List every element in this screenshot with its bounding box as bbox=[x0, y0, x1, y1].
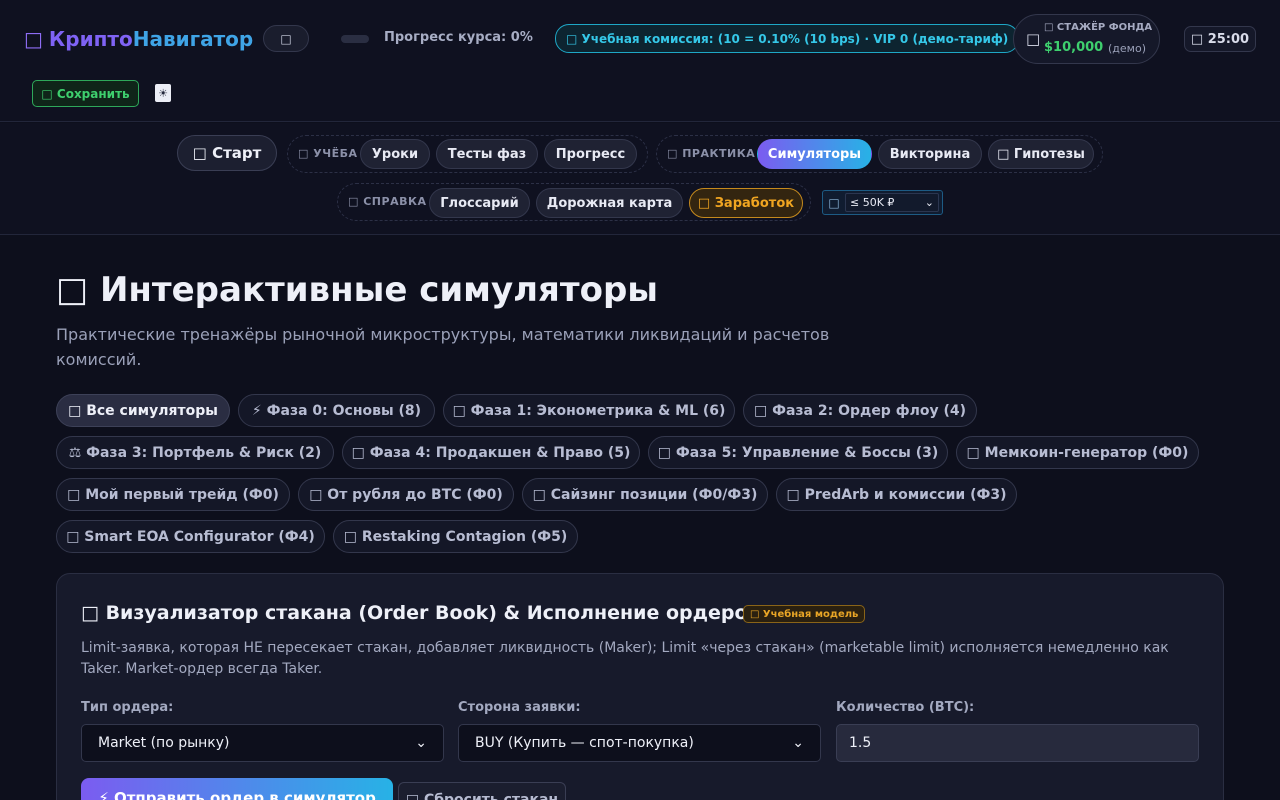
nav-group-reference-label: □ СПРАВКА bbox=[348, 195, 427, 208]
nav-phase-tests[interactable]: Тесты фаз bbox=[436, 139, 538, 169]
main-navigation: □ Старт □ УЧЁБА Уроки Тесты фаз Прогресс… bbox=[0, 123, 1280, 235]
filter-phase-5[interactable]: □ Фаза 5: Управление & Боссы (3) bbox=[648, 436, 948, 469]
page-subtitle: Практические тренажёры рыночной микростр… bbox=[56, 325, 830, 369]
trainee-balance-card[interactable]: □ □ СТАЖЁР ФОНДА $10,000 (демо) bbox=[1013, 14, 1160, 64]
nav-start-button[interactable]: □ Старт bbox=[177, 135, 277, 171]
simulator-badge: □ Учебная модель bbox=[743, 605, 866, 623]
chevron-down-icon: ⌄ bbox=[924, 196, 934, 209]
logo-text-part1: Крипто bbox=[48, 27, 133, 51]
filter-memecoin[interactable]: □ Мемкоин-генератор (Ф0) bbox=[956, 436, 1199, 469]
trainee-label: □ СТАЖЁР ФОНДА bbox=[1044, 22, 1153, 33]
budget-icon: □ bbox=[828, 195, 840, 210]
app-logo[interactable]: □ Крипто Навигатор bbox=[24, 24, 253, 54]
order-side-select[interactable]: BUY (Купить — спот-покупка) ⌄ bbox=[458, 724, 821, 762]
course-progress-bar bbox=[341, 35, 369, 43]
menu-icon: □ bbox=[280, 31, 292, 46]
filter-phase-0[interactable]: ⚡ Фаза 0: Основы (8) bbox=[238, 394, 435, 427]
filter-phase-2[interactable]: □ Фаза 2: Ордер флоу (4) bbox=[743, 394, 977, 427]
filter-smart-eoa[interactable]: □ Smart EOA Configurator (Ф4) bbox=[56, 520, 325, 553]
filter-predarb[interactable]: □ PredArb и комиссии (Ф3) bbox=[776, 478, 1017, 511]
filter-restaking[interactable]: □ Restaking Contagion (Ф5) bbox=[333, 520, 578, 553]
chevron-down-icon: ⌄ bbox=[415, 735, 427, 751]
filter-first-trade[interactable]: □ Мой первый трейд (Ф0) bbox=[56, 478, 290, 511]
nav-progress[interactable]: Прогресс bbox=[544, 139, 637, 169]
quantity-input[interactable]: 1.5 bbox=[836, 724, 1199, 762]
order-side-value: BUY (Купить — спот-покупка) bbox=[475, 735, 694, 751]
chevron-down-icon: ⌄ bbox=[792, 735, 804, 751]
trainee-balance: $10,000 bbox=[1044, 40, 1104, 55]
nav-glossary[interactable]: Глоссарий bbox=[429, 188, 530, 218]
nav-hypotheses[interactable]: □ Гипотезы bbox=[988, 139, 1094, 169]
orderbook-simulator-card: □ Визуализатор стакана (Order Book) & Ис… bbox=[56, 573, 1224, 800]
budget-select[interactable]: ≤ 50K ₽ ⌄ bbox=[845, 193, 939, 212]
menu-toggle-button[interactable]: □ bbox=[263, 25, 309, 52]
trainee-avatar-icon: □ bbox=[1026, 30, 1041, 48]
page-title: □ Интерактивные симуляторы bbox=[56, 270, 659, 310]
save-button[interactable]: □ Сохранить bbox=[32, 80, 139, 107]
nav-lessons[interactable]: Уроки bbox=[360, 139, 430, 169]
nav-quiz[interactable]: Викторина bbox=[878, 139, 982, 169]
filter-phase-4[interactable]: □ Фаза 4: Продакшен & Право (5) bbox=[342, 436, 640, 469]
quantity-label: Количество (BTC): bbox=[836, 700, 975, 715]
simulator-title: □ Визуализатор стакана (Order Book) & Ис… bbox=[81, 602, 760, 624]
order-type-select[interactable]: Market (по рынку) ⌄ bbox=[81, 724, 444, 762]
simulator-description: Limit-заявка, которая НЕ пересекает стак… bbox=[81, 640, 1169, 677]
nav-group-practice-label: □ ПРАКТИКА bbox=[667, 147, 756, 160]
nav-simulators[interactable]: Симуляторы bbox=[757, 139, 872, 169]
reset-orderbook-button[interactable]: □ Сбросить стакан bbox=[398, 782, 566, 800]
nav-earnings[interactable]: □ Заработок bbox=[689, 188, 803, 218]
logo-icon: □ bbox=[24, 27, 43, 51]
order-type-label: Тип ордера: bbox=[81, 700, 174, 715]
budget-filter[interactable]: □ ≤ 50K ₽ ⌄ bbox=[822, 190, 943, 215]
nav-group-study-label: □ УЧЁБА bbox=[298, 147, 358, 160]
filter-phase-1[interactable]: □ Фаза 1: Эконометрика & ML (6) bbox=[443, 394, 735, 427]
submit-order-button[interactable]: ⚡ Отправить ордер в симулятор bbox=[81, 778, 393, 800]
filter-phase-3[interactable]: ⚖ Фаза 3: Портфель & Риск (2) bbox=[56, 436, 334, 469]
course-progress-label: Прогресс курса: 0% bbox=[384, 30, 533, 45]
filter-rub-to-btc[interactable]: □ От рубля до BTC (Ф0) bbox=[298, 478, 514, 511]
nav-roadmap[interactable]: Дорожная карта bbox=[536, 188, 683, 218]
session-timer[interactable]: □ 25:00 bbox=[1184, 26, 1256, 52]
trainee-demo-tag: (демо) bbox=[1108, 42, 1146, 55]
top-header: □ Крипто Навигатор □ Прогресс курса: 0% □… bbox=[0, 0, 1280, 122]
budget-select-value: ≤ 50K ₽ bbox=[850, 196, 895, 209]
order-type-value: Market (по рынку) bbox=[98, 735, 230, 751]
theme-toggle-sun-icon[interactable]: ☀ bbox=[155, 84, 171, 102]
order-side-label: Сторона заявки: bbox=[458, 700, 581, 715]
logo-text-part2: Навигатор bbox=[132, 27, 254, 51]
filter-all[interactable]: □ Все симуляторы bbox=[56, 394, 230, 427]
filter-position-sizing[interactable]: □ Сайзинг позиции (Ф0/Ф3) bbox=[522, 478, 768, 511]
quantity-value: 1.5 bbox=[849, 735, 872, 751]
fee-info-pill[interactable]: □ Учебная комиссия: (10 = 0.10% (10 bps)… bbox=[555, 24, 1020, 53]
